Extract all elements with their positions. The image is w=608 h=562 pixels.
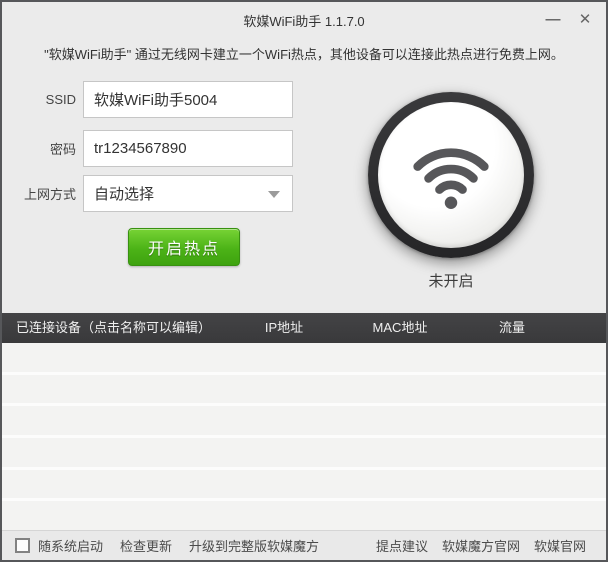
app-window: 软媒WiFi助手 1.1.7.0 — ✕ "软媒WiFi助手" 通过无线网卡建立… <box>0 0 608 562</box>
network-mode-select[interactable]: 自动选择 <box>83 175 293 212</box>
table-row <box>2 374 606 404</box>
footer-bar: 随系统启动 检查更新 升级到完整版软媒魔方 提点建议 软媒魔方官网 软媒官网 <box>2 530 606 560</box>
mofang-site-link[interactable]: 软媒魔方官网 <box>442 536 520 555</box>
table-row <box>2 343 606 372</box>
start-hotspot-button[interactable]: 开启热点 <box>128 228 240 266</box>
wifi-disc <box>378 102 524 248</box>
devices-table-body <box>2 343 606 531</box>
table-row <box>2 469 606 499</box>
feedback-link[interactable]: 提点建议 <box>376 536 428 555</box>
column-devices: 已连接设备（点击名称可以编辑） <box>16 320 212 335</box>
ssid-label: SSID <box>45 92 76 107</box>
ruanmei-site-link[interactable]: 软媒官网 <box>534 536 586 555</box>
wifi-status-indicator <box>368 92 534 258</box>
column-traffic: 流量 <box>498 320 526 335</box>
footer-left: 随系统启动 检查更新 升级到完整版软媒魔方 <box>2 536 319 555</box>
autostart-checkbox[interactable] <box>15 538 30 553</box>
table-row <box>2 406 606 436</box>
titlebar[interactable]: 软媒WiFi助手 1.1.7.0 — ✕ <box>2 2 606 34</box>
autostart-label[interactable]: 随系统启动 <box>38 536 103 555</box>
hotspot-status-text: 未开启 <box>428 273 474 290</box>
check-update-link[interactable]: 检查更新 <box>120 536 172 555</box>
table-row <box>2 501 606 531</box>
minimize-button[interactable]: — <box>542 8 564 30</box>
close-button[interactable]: ✕ <box>574 8 596 30</box>
window-title: 软媒WiFi助手 1.1.7.0 <box>243 14 365 29</box>
table-row <box>2 438 606 467</box>
window-controls: — ✕ <box>542 8 596 30</box>
ssid-input[interactable] <box>83 81 293 118</box>
column-ip: IP地址 <box>264 320 304 335</box>
devices-table-header: 已连接设备（点击名称可以编辑） IP地址 MAC地址 流量 <box>2 313 606 343</box>
network-mode-label: 上网方式 <box>23 187 76 202</box>
chevron-down-icon <box>268 191 280 198</box>
footer-right: 提点建议 软媒魔方官网 软媒官网 <box>376 536 606 555</box>
column-mac: MAC地址 <box>372 320 428 335</box>
upgrade-link[interactable]: 升级到完整版软媒魔方 <box>189 536 319 555</box>
network-mode-value: 自动选择 <box>94 186 155 203</box>
app-description: "软媒WiFi助手" 通过无线网卡建立一个WiFi热点，其他设备可以连接此热点进… <box>44 47 564 62</box>
password-label: 密码 <box>49 142 76 157</box>
password-input[interactable] <box>83 130 293 167</box>
wifi-icon <box>403 132 499 219</box>
